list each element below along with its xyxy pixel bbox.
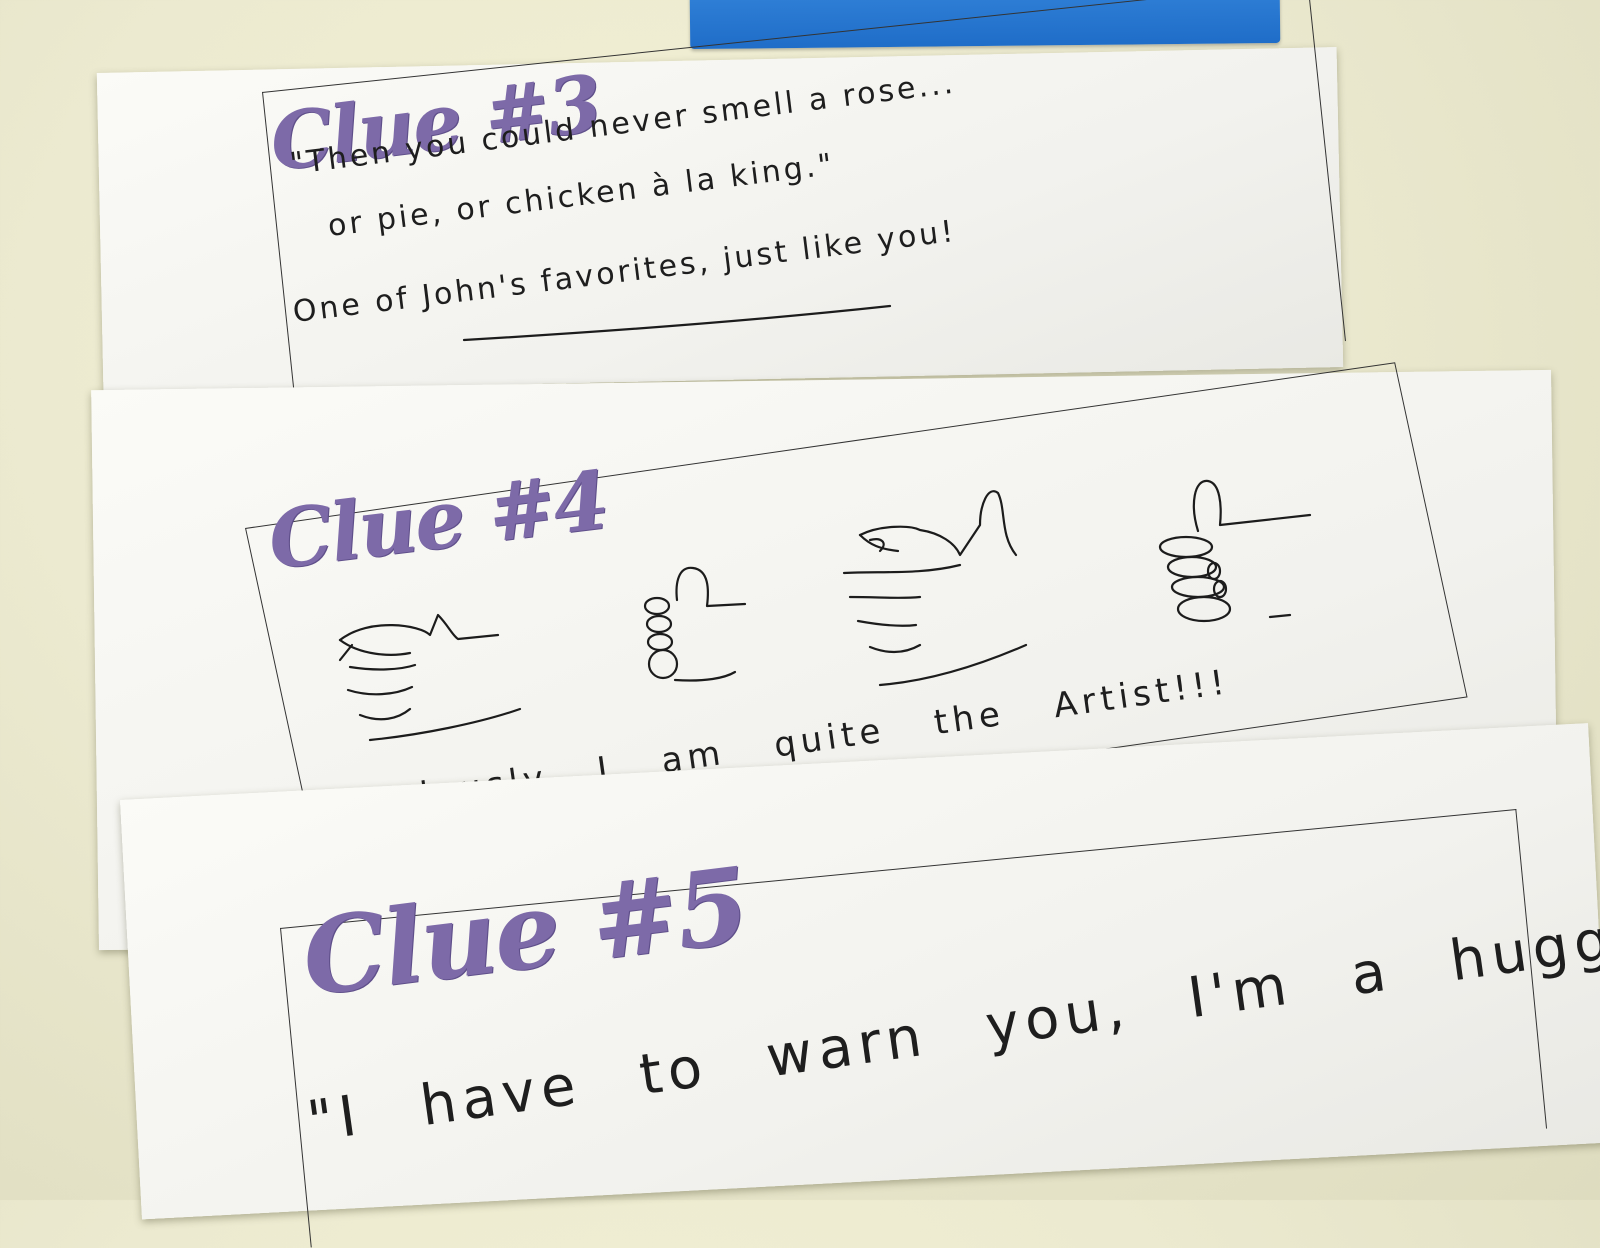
thumbs-up-drawing-2 bbox=[643, 566, 747, 682]
thumbs-up-drawing-1 bbox=[338, 613, 522, 742]
clue3-underline bbox=[462, 304, 892, 342]
thumbs-up-drawing-4 bbox=[1158, 479, 1312, 623]
thumbs-up-drawing-3 bbox=[842, 490, 1028, 687]
